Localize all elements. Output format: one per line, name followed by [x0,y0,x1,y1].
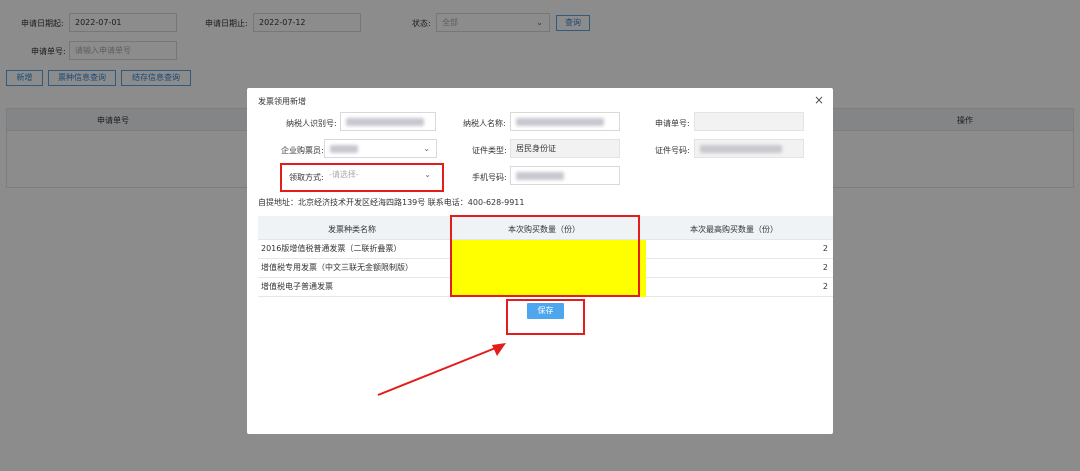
annotation-arrow-icon [377,343,506,396]
